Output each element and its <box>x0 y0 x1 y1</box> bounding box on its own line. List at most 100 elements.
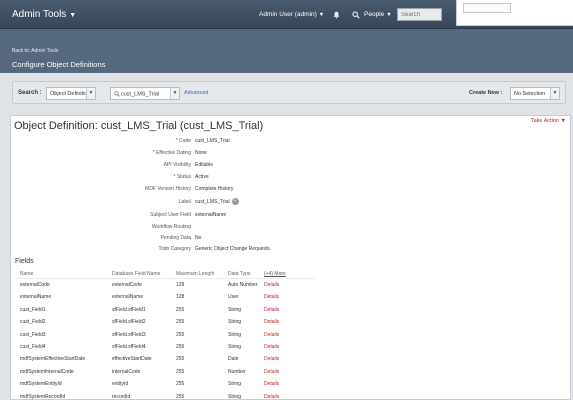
property-label: Workflow Routing <box>151 224 191 230</box>
property-value: cust_LMS_Trial <box>195 138 230 144</box>
user-name: Admin User (admin) <box>259 11 317 18</box>
property-label: * Effective Dating <box>152 150 191 156</box>
data-type-cell: User <box>228 294 239 301</box>
max-length-cell: 255 <box>176 368 185 375</box>
fields-section-heading: Fields <box>15 258 34 265</box>
db-field-name-cell: externalCode <box>112 282 142 288</box>
search-icon[interactable] <box>352 11 360 19</box>
db-field-name-cell: internalCode <box>112 368 141 375</box>
data-type-cell: Number <box>228 368 246 375</box>
global-search-input[interactable] <box>397 8 442 21</box>
details-link[interactable]: Details <box>264 319 279 325</box>
search-icon <box>114 91 120 97</box>
app-title-menu[interactable]: Admin Tools ▼ <box>12 9 76 20</box>
user-menu[interactable]: Admin User (admin) ▼ <box>259 11 324 18</box>
field-name-cell[interactable]: externalName <box>20 294 51 300</box>
property-label: MDF Version History <box>145 186 191 192</box>
details-link[interactable]: Details <box>264 394 279 400</box>
field-name-cell[interactable]: cust_Field2 <box>20 319 46 325</box>
field-name-cell[interactable]: mdfSystemEntityId <box>20 381 62 387</box>
table-header-divider <box>15 278 315 279</box>
max-length-cell: 255 <box>176 356 185 363</box>
chevron-down-icon: ▼ <box>69 12 77 19</box>
details-link[interactable]: Details <box>264 294 279 300</box>
data-type-cell: Auto Number <box>228 282 258 288</box>
create-new-select[interactable]: No Selection ▼ <box>510 87 560 100</box>
max-length-cell: 255 <box>176 319 185 326</box>
data-type-cell: String <box>228 381 242 388</box>
company-logo-area <box>456 0 573 26</box>
data-type-cell: String <box>228 331 242 338</box>
max-length-cell: 255 <box>176 306 185 313</box>
object-definition-title: Object Definition: cust_LMS_Trial (cust_… <box>14 120 264 132</box>
details-link[interactable]: Details <box>264 381 279 387</box>
object-search-select[interactable]: cust_LMS_Trial ▼ <box>110 87 180 100</box>
db-field-name-cell: sfField.sfField2 <box>112 319 146 326</box>
people-label: People <box>364 11 385 18</box>
property-label: Subject User Field <box>150 212 191 218</box>
db-field-name-cell: recordId <box>112 393 131 400</box>
company-logo-image <box>463 3 511 13</box>
property-value: Complete History <box>195 186 234 192</box>
details-link[interactable]: Details <box>264 332 279 338</box>
details-link[interactable]: Details <box>264 282 279 288</box>
max-length-cell: 128 <box>176 294 185 301</box>
chevron-down-icon: ▼ <box>86 88 95 99</box>
notification-bell-icon[interactable] <box>333 11 340 19</box>
property-value: Active <box>195 174 209 180</box>
db-field-name-cell: entityId <box>112 381 129 388</box>
details-link[interactable]: Details <box>264 344 279 350</box>
advanced-search-link[interactable]: Advanced <box>184 90 208 96</box>
max-length-cell: 255 <box>176 331 185 338</box>
property-value: externalName <box>195 212 227 218</box>
details-link[interactable]: Details <box>264 307 279 313</box>
property-value: Generic Object Change Requests <box>195 246 270 252</box>
field-name-cell[interactable]: cust_Field1 <box>20 307 46 313</box>
field-name-cell[interactable]: mdfSystemRecordId <box>20 394 65 400</box>
property-label: * Status <box>173 174 191 180</box>
field-name-cell[interactable]: mdfSystemInternalCode <box>20 369 74 375</box>
field-name-cell[interactable]: mdfSystemEffectiveStartDate <box>20 356 85 362</box>
db-field-name-cell: sfField.sfField4 <box>112 344 146 350</box>
details-link[interactable]: Details <box>264 356 279 362</box>
take-action-menu[interactable]: Take Action ▼ <box>531 118 566 124</box>
object-type-select[interactable]: Object Definition ▼ <box>46 87 96 100</box>
top-nav-bar: Admin Tools ▼ Admin User (admin) ▼ People ▼ <box>0 0 573 29</box>
search-label: Search : <box>18 90 42 96</box>
app-title: Admin Tools <box>12 9 67 20</box>
field-name-cell[interactable]: externalCode <box>20 282 50 288</box>
property-label: Label <box>178 199 191 205</box>
data-type-cell: String <box>228 319 242 326</box>
data-type-cell: Date <box>228 356 239 363</box>
column-header-max-length: Maximum Length <box>176 271 215 277</box>
db-field-name-cell: effectiveStartDate <box>112 356 152 363</box>
field-name-cell[interactable]: cust_Field4 <box>20 344 46 350</box>
property-value: None <box>195 150 207 156</box>
page-header: Back to: Admin Tools Configure Object De… <box>0 29 573 73</box>
create-new-value: No Selection <box>514 91 546 97</box>
people-scope-dropdown[interactable]: People ▼ <box>364 11 392 18</box>
chevron-down-icon: ▼ <box>550 88 559 99</box>
property-value: Editable <box>195 162 214 168</box>
translate-globe-icon[interactable]: • <box>231 198 239 205</box>
field-name-cell[interactable]: cust_Field3 <box>20 332 46 338</box>
object-search-value: cust_LMS_Trial <box>121 91 160 98</box>
data-type-cell: String <box>228 393 242 400</box>
chevron-down-icon: ▼ <box>318 12 325 18</box>
object-definition-panel: Object Definition: cust_LMS_Trial (cust_… <box>10 115 571 400</box>
chevron-down-icon: ▼ <box>386 12 392 18</box>
db-field-name-cell: sfField.sfField3 <box>112 331 146 338</box>
property-label: * Code <box>175 138 191 144</box>
column-header-db-field: Database Field Name <box>112 271 161 277</box>
property-value: No <box>195 235 202 241</box>
data-type-cell: String <box>228 344 242 350</box>
db-field-name-cell: sfField.sfField1 <box>112 306 146 313</box>
back-to-admin-tools-link[interactable]: Back to: Admin Tools <box>12 48 58 54</box>
show-more-columns-link[interactable]: (+4) More <box>264 271 286 277</box>
create-new-label: Create New : <box>469 90 503 96</box>
page-title: Configure Object Definitions <box>12 60 106 69</box>
details-link[interactable]: Details <box>264 369 279 375</box>
property-label: Pending Data <box>160 235 191 241</box>
label-value: cust_LMS_Trial • <box>195 198 239 205</box>
search-toolbar: Search : Object Definition ▼ cust_LMS_Tr… <box>12 81 566 104</box>
